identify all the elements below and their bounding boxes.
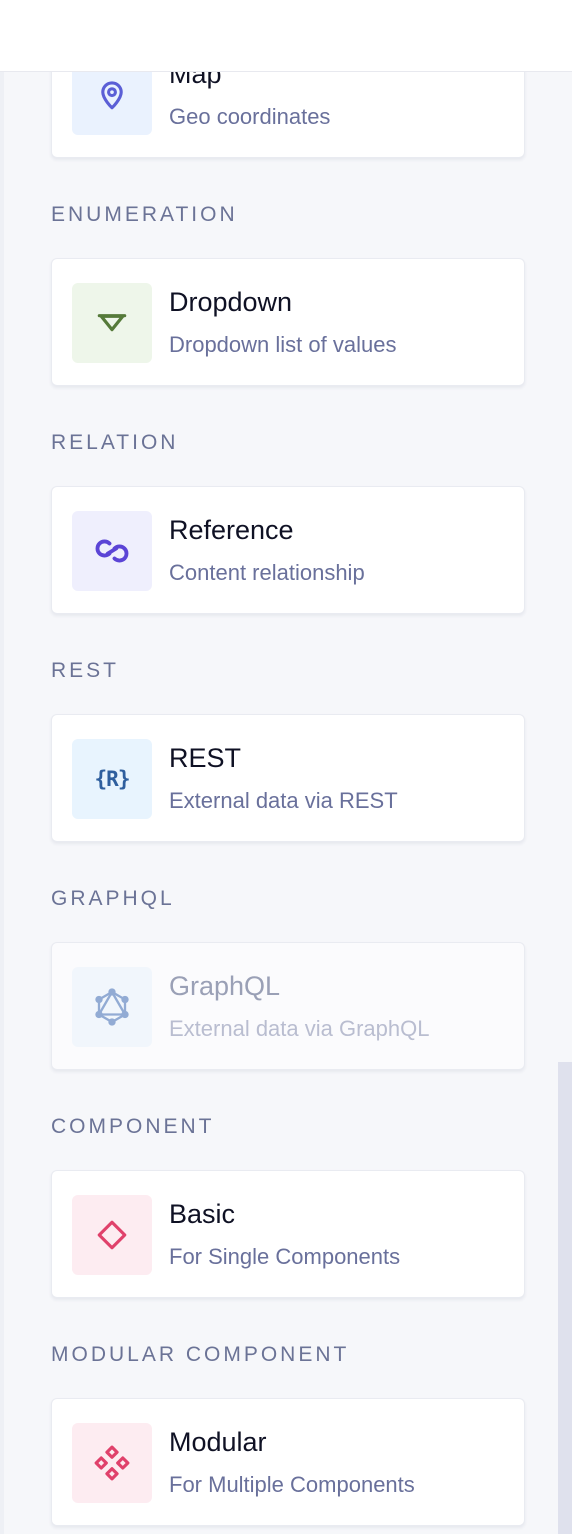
basic-icon-box bbox=[72, 1195, 152, 1275]
card-description: For Single Components bbox=[169, 1244, 401, 1269]
card-title: Basic bbox=[169, 1199, 236, 1229]
graphql-icon bbox=[95, 988, 129, 1026]
card-title: Reference bbox=[169, 515, 294, 545]
dropdown-icon-box bbox=[72, 283, 152, 363]
rest-braces-icon: {R} bbox=[94, 767, 131, 791]
diamond-cluster-icon bbox=[94, 1445, 130, 1481]
card-description: Content relationship bbox=[169, 560, 365, 585]
field-type-card-reference[interactable]: Reference Content relationship bbox=[51, 486, 525, 614]
triangle-down-icon bbox=[97, 314, 127, 332]
card-description: For Multiple Components bbox=[169, 1472, 415, 1497]
field-type-card-basic[interactable]: Basic For Single Components bbox=[51, 1170, 525, 1298]
section-label-modular-component: MODULAR COMPONENT bbox=[51, 1343, 350, 1366]
top-bar bbox=[0, 0, 572, 72]
section-label-relation: RELATION bbox=[51, 431, 179, 454]
field-type-card-graphql: GraphQL External data via GraphQL bbox=[51, 942, 525, 1070]
field-type-card-modular[interactable]: Modular For Multiple Components bbox=[51, 1398, 525, 1526]
field-type-card-dropdown[interactable]: Dropdown Dropdown list of values bbox=[51, 258, 525, 386]
modular-icon-box bbox=[72, 1423, 152, 1503]
card-title: Dropdown bbox=[169, 287, 293, 317]
graphql-icon-box bbox=[72, 967, 152, 1047]
section-label-component: COMPONENT bbox=[51, 1115, 215, 1138]
card-title: REST bbox=[169, 743, 242, 773]
diamond-icon bbox=[97, 1220, 127, 1250]
link-icon bbox=[95, 539, 129, 563]
card-title: Modular bbox=[169, 1427, 267, 1457]
section-label-rest: REST bbox=[51, 659, 120, 682]
card-description: External data via GraphQL bbox=[169, 1016, 430, 1041]
field-type-card-rest[interactable]: {R} REST External data via REST bbox=[51, 714, 525, 842]
reference-icon-box bbox=[72, 511, 152, 591]
card-description: Dropdown list of values bbox=[169, 332, 397, 357]
section-label-graphql: GRAPHQL bbox=[51, 887, 175, 910]
map-pin-icon bbox=[101, 81, 123, 110]
rest-icon-box: {R} bbox=[72, 739, 152, 819]
section-label-enumeration: ENUMERATION bbox=[51, 203, 238, 226]
card-title: GraphQL bbox=[169, 971, 281, 1001]
card-description: External data via REST bbox=[169, 788, 398, 813]
scrollbar-thumb[interactable] bbox=[558, 1062, 572, 1534]
card-description: Geo coordinates bbox=[169, 104, 331, 129]
left-divider bbox=[0, 71, 4, 1534]
